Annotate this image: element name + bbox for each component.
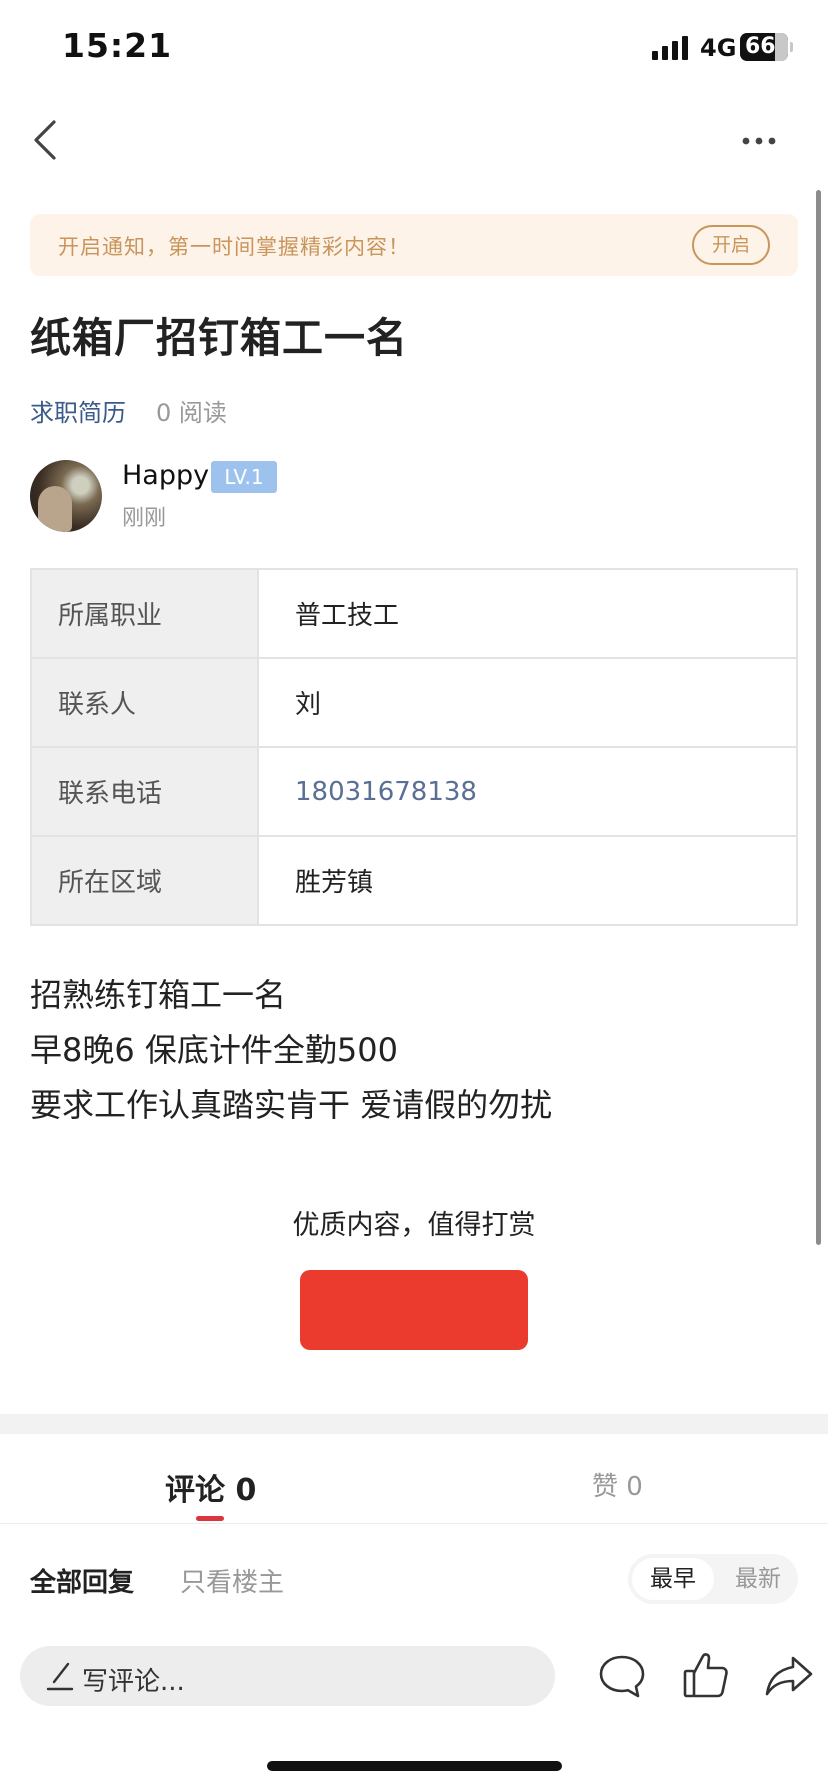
post-title: 纸箱厂招钉箱工一名 (30, 314, 408, 362)
row-label: 联系人 (30, 657, 259, 748)
banner-text: 开启通知，第一时间掌握精彩内容！ (58, 235, 410, 259)
filter-all-replies[interactable]: 全部回复 (30, 1562, 134, 1599)
row-value: 胜芳镇 (257, 835, 798, 926)
phone-link[interactable]: 18031678138 (257, 746, 798, 837)
network-label: 4G (700, 34, 737, 62)
body-line: 招熟练钉箱工一名 (30, 976, 287, 1014)
post-body: 招熟练钉箱工一名 早8晚6 保底计件全勤500 要求工作认真踏实肯干 爱请假的勿… (30, 968, 552, 1133)
thumbs-up-icon[interactable] (682, 1650, 730, 1700)
notification-banner: 开启通知，第一时间掌握精彩内容！ 开启 (30, 214, 798, 276)
category-link[interactable]: 求职简历 (30, 393, 126, 428)
section-divider (0, 1414, 828, 1434)
filter-owner-only[interactable]: 只看楼主 (180, 1562, 284, 1599)
battery-icon: 66 (740, 33, 788, 61)
tip-prompt: 优质内容，值得打赏 (292, 1210, 536, 1241)
read-count: 0 阅读 (156, 399, 227, 427)
level-badge: LV.1 (211, 461, 277, 493)
enable-notification-button[interactable]: 开启 (692, 225, 770, 265)
info-table: 所属职业 普工技工 联系人 刘 联系电话 18031678138 所在区域 胜芳… (30, 568, 798, 926)
tip-button[interactable] (300, 1270, 528, 1350)
table-row: 联系电话 18031678138 (30, 746, 798, 837)
battery-nub (790, 42, 793, 52)
status-time: 15:21 (62, 26, 173, 65)
body-line: 早8晚6 保底计件全勤500 (30, 1031, 398, 1069)
signal-icon (652, 36, 688, 60)
comment-placeholder: 写评论... (82, 1667, 185, 1697)
share-icon[interactable] (764, 1654, 814, 1698)
table-row: 所属职业 普工技工 (30, 568, 798, 659)
body-line: 要求工作认真踏实肯干 爱请假的勿扰 (30, 1086, 553, 1124)
row-label: 联系电话 (30, 746, 259, 837)
chevron-left-icon[interactable] (28, 118, 68, 162)
row-value: 普工技工 (257, 568, 798, 659)
row-value: 刘 (257, 657, 798, 748)
comment-input[interactable]: 写评论... (20, 1646, 555, 1706)
row-label: 所在区域 (30, 835, 259, 926)
post-time: 刚刚 (122, 506, 167, 531)
avatar[interactable] (30, 460, 102, 532)
author-name[interactable]: Happy (122, 460, 209, 491)
table-row: 联系人 刘 (30, 657, 798, 748)
sort-latest-button[interactable]: 最新 (722, 1558, 794, 1600)
table-row: 所在区域 胜芳镇 (30, 835, 798, 926)
sort-earliest-button[interactable]: 最早 (632, 1558, 714, 1600)
sort-toggle: 最早 最新 (628, 1554, 798, 1604)
avatar-figure (38, 486, 72, 532)
more-dots-icon[interactable] (742, 136, 776, 146)
comment-icon[interactable] (598, 1652, 646, 1700)
scrollbar[interactable] (816, 190, 821, 1245)
tab-likes[interactable]: 赞 0 (592, 1466, 643, 1503)
pen-icon (46, 1662, 74, 1691)
active-tab-indicator (196, 1516, 224, 1521)
row-label: 所属职业 (30, 568, 259, 659)
tab-comments[interactable]: 评论 0 (165, 1465, 256, 1509)
home-indicator (267, 1761, 562, 1771)
tabs-divider (0, 1523, 828, 1524)
